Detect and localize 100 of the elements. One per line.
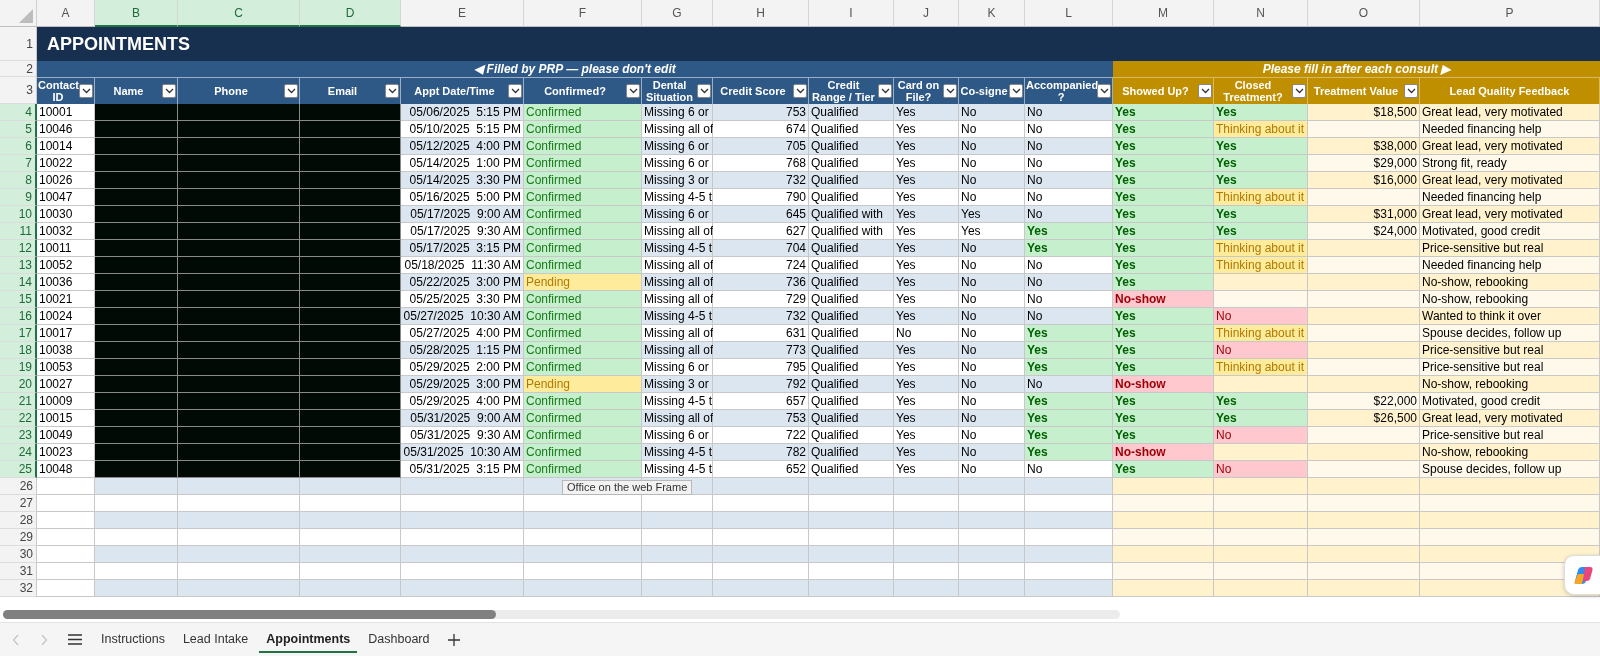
column-letter[interactable]: J	[894, 0, 959, 27]
filter-dropdown-button[interactable]	[1404, 84, 1418, 98]
filter-dropdown-button[interactable]	[1009, 84, 1023, 98]
filter-dropdown-button[interactable]	[284, 84, 298, 98]
row-number[interactable]: 28	[0, 512, 37, 529]
table-cell: Missing all of	[642, 410, 713, 427]
row-number[interactable]: 26	[0, 478, 37, 495]
table-cell: 790	[713, 189, 809, 206]
sheet-tab[interactable]: Instructions	[94, 626, 172, 653]
row-number[interactable]: 25	[0, 461, 37, 478]
filter-dropdown-button[interactable]	[162, 84, 176, 98]
table-cell: 10032	[37, 223, 95, 240]
row-number[interactable]: 20	[0, 376, 37, 393]
row-number[interactable]: 18	[0, 342, 37, 359]
row-number[interactable]: 12	[0, 240, 37, 257]
row-number[interactable]: 19	[0, 359, 37, 376]
row-number[interactable]: 2	[0, 61, 37, 77]
row-number[interactable]: 3	[0, 77, 37, 104]
row-number[interactable]: 31	[0, 563, 37, 580]
row-number[interactable]: 15	[0, 291, 37, 308]
table-cell: Yes	[1113, 121, 1214, 138]
table-cell: Thinking about it	[1214, 257, 1308, 274]
column-letter[interactable]: F	[524, 0, 642, 27]
row-number[interactable]: 24	[0, 444, 37, 461]
table-cell: Yes	[1113, 138, 1214, 155]
sheet-tab[interactable]: Dashboard	[361, 626, 437, 653]
table-cell: Qualified	[809, 104, 894, 121]
table-cell: Motivated, good credit	[1420, 223, 1600, 240]
column-letter[interactable]: O	[1308, 0, 1420, 27]
row-number[interactable]: 23	[0, 427, 37, 444]
filter-dropdown-button[interactable]	[943, 84, 957, 98]
row-number[interactable]: 27	[0, 495, 37, 512]
table-cell: $31,000	[1308, 206, 1420, 223]
header-label: Closed Treatment?	[1222, 79, 1284, 103]
table-cell: 657	[713, 393, 809, 410]
table-cell: 05/10/2025 5:15 PM	[401, 121, 524, 138]
assistant-button[interactable]	[1564, 555, 1600, 595]
filter-dropdown-button[interactable]	[508, 84, 522, 98]
row-number[interactable]: 21	[0, 393, 37, 410]
row-number[interactable]: 16	[0, 308, 37, 325]
table-cell: Missing 3 or	[642, 172, 713, 189]
row-number[interactable]: 6	[0, 138, 37, 155]
column-letter[interactable]: K	[959, 0, 1025, 27]
row-number[interactable]: 32	[0, 580, 37, 597]
row-number[interactable]: 4	[0, 104, 37, 121]
row-number[interactable]: 29	[0, 529, 37, 546]
row-number[interactable]: 1	[0, 27, 37, 61]
scrollbar-thumb[interactable]	[3, 609, 496, 619]
row-number[interactable]: 30	[0, 546, 37, 563]
filter-dropdown-button[interactable]	[878, 84, 892, 98]
filter-dropdown-button[interactable]	[1292, 84, 1306, 98]
column-letter[interactable]: P	[1420, 0, 1600, 27]
column-letter[interactable]: C	[178, 0, 300, 27]
filter-dropdown-button[interactable]	[79, 84, 93, 98]
table-cell: No	[1025, 274, 1113, 291]
filter-dropdown-button[interactable]	[697, 84, 711, 98]
table-cell: Qualified with	[809, 223, 894, 240]
column-letter[interactable]: I	[809, 0, 894, 27]
column-letter[interactable]: B	[95, 0, 178, 27]
column-letter[interactable]: L	[1025, 0, 1113, 27]
row-number[interactable]: 8	[0, 172, 37, 189]
table-cell: 631	[713, 325, 809, 342]
table-cell: No	[1025, 104, 1113, 121]
table-cell: Yes	[1113, 325, 1214, 342]
row-number[interactable]: 14	[0, 274, 37, 291]
header-label: Phone	[213, 85, 249, 97]
row-number[interactable]: 11	[0, 223, 37, 240]
column-letter[interactable]: E	[401, 0, 524, 27]
row-number[interactable]: 10	[0, 206, 37, 223]
filter-dropdown-button[interactable]	[385, 84, 399, 98]
row-number[interactable]: 13	[0, 257, 37, 274]
column-letter[interactable]: M	[1113, 0, 1214, 27]
column-letter[interactable]: A	[37, 0, 95, 27]
table-cell: No	[959, 308, 1025, 325]
column-letter[interactable]: G	[642, 0, 713, 27]
row-number[interactable]: 22	[0, 410, 37, 427]
column-letter[interactable]: D	[300, 0, 401, 27]
table-cell: 10027	[37, 376, 95, 393]
table-cell: Yes	[894, 206, 959, 223]
sheet-tab[interactable]: Lead Intake	[175, 626, 256, 653]
filter-dropdown-button[interactable]	[1198, 84, 1212, 98]
table-cell: 05/31/2025 10:30 AM	[401, 444, 524, 461]
column-letter[interactable]: N	[1214, 0, 1308, 27]
row-number[interactable]: 9	[0, 189, 37, 206]
table-cell: Price-sensitive but real	[1420, 240, 1600, 257]
table-cell: Qualified	[809, 376, 894, 393]
sheet-tab[interactable]: Appointments	[259, 626, 358, 653]
header-label: Confirmed?	[543, 85, 607, 97]
header-label: Credit Range / Tier	[811, 79, 876, 103]
chevron-down-icon	[699, 88, 709, 94]
table-cell: Yes	[1025, 393, 1113, 410]
table-cell: Confirmed	[524, 138, 642, 155]
column-letter[interactable]: H	[713, 0, 809, 27]
filter-dropdown-button[interactable]	[793, 84, 807, 98]
filter-dropdown-button[interactable]	[1097, 84, 1111, 98]
row-number[interactable]: 5	[0, 121, 37, 138]
filter-dropdown-button[interactable]	[626, 84, 640, 98]
row-number[interactable]: 17	[0, 325, 37, 342]
chevron-down-icon	[1011, 88, 1021, 94]
row-number[interactable]: 7	[0, 155, 37, 172]
